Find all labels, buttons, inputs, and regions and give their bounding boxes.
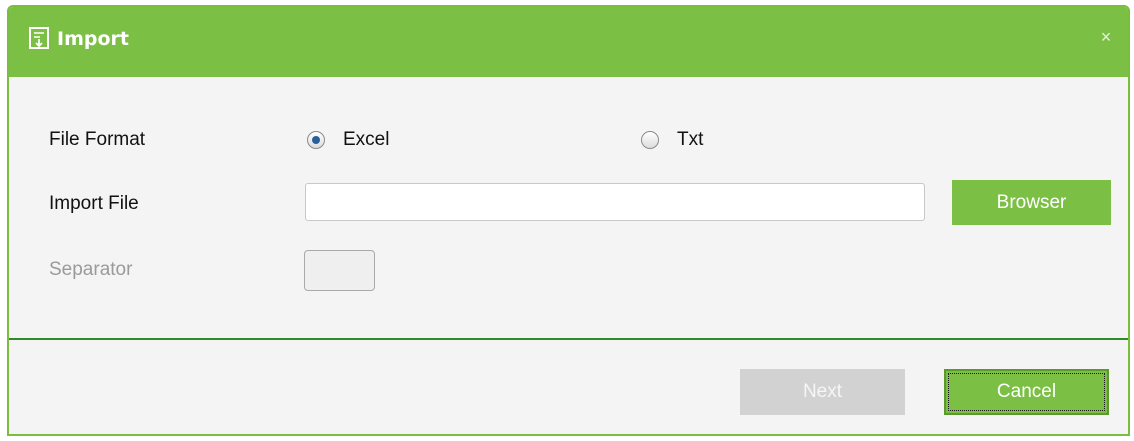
txt-radio[interactable] <box>641 131 659 149</box>
file-format-label: File Format <box>49 129 146 150</box>
dialog-titlebar: Import × <box>9 7 1128 77</box>
import-dialog: Import × File Format Excel Txt Import Fi… <box>7 5 1130 436</box>
dialog-title: Import <box>57 28 129 50</box>
import-icon <box>29 27 49 49</box>
import-file-label: Import File <box>49 193 139 214</box>
txt-radio-label[interactable]: Txt <box>677 129 703 151</box>
cancel-button-label: Cancel <box>996 381 1057 402</box>
excel-radio-label[interactable]: Excel <box>343 129 389 151</box>
browser-button[interactable]: Browser <box>952 180 1111 225</box>
next-button[interactable]: Next <box>740 369 905 415</box>
import-file-input[interactable] <box>305 183 925 221</box>
separator-label: Separator <box>49 259 133 280</box>
close-icon[interactable]: × <box>1098 28 1114 46</box>
cancel-button[interactable]: Cancel <box>944 369 1109 415</box>
excel-radio[interactable] <box>307 131 325 149</box>
separator-input[interactable] <box>304 250 375 291</box>
